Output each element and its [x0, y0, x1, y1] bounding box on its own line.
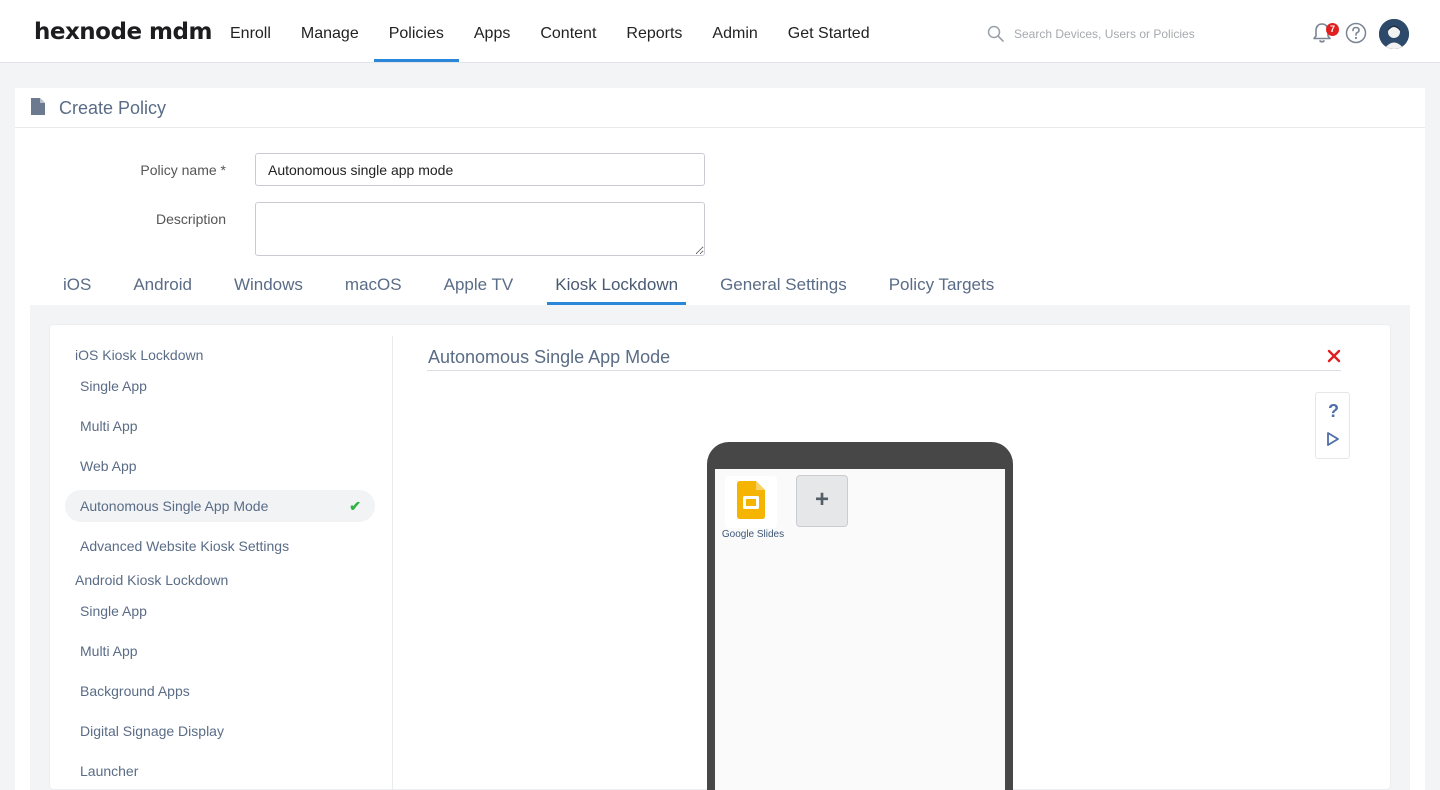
sidebar-item-label: Autonomous Single App Mode: [80, 498, 269, 514]
tab-windows[interactable]: Windows: [226, 271, 311, 305]
sidebar-item-label: Web App: [80, 458, 137, 474]
nav-reports[interactable]: Reports: [611, 0, 697, 62]
checkmark-icon: ✔: [349, 498, 361, 514]
sidebar-item-android-multi-app[interactable]: Multi App: [65, 635, 375, 667]
hexnode-logo[interactable]: hexnode mdm: [34, 19, 212, 45]
nav-admin[interactable]: Admin: [697, 0, 772, 62]
sidebar-item-label: Multi App: [80, 643, 138, 659]
sidebar-item-advanced-website-kiosk[interactable]: Advanced Website Kiosk Settings: [65, 530, 375, 562]
page-header: Create Policy: [15, 88, 1425, 128]
description-label: Description: [155, 211, 226, 227]
sidebar-item-ios-multi-app[interactable]: Multi App: [65, 410, 375, 442]
sidebar-item-ios-web-app[interactable]: Web App: [65, 450, 375, 482]
sidebar-item-label: Advanced Website Kiosk Settings: [80, 538, 290, 554]
tab-apple-tv[interactable]: Apple TV: [436, 271, 522, 305]
sidebar-item-launcher[interactable]: Launcher: [65, 755, 375, 787]
avatar-image: [1379, 19, 1409, 49]
nav-manage[interactable]: Manage: [286, 0, 374, 62]
sidebar-item-label: Digital Signage Display: [80, 723, 224, 739]
sidebar-group-android-kiosk: Android Kiosk Lockdown: [75, 572, 229, 588]
sidebar-item-label: Launcher: [80, 763, 139, 779]
search-input[interactable]: [1014, 27, 1234, 41]
sidebar-item-ios-single-app[interactable]: Single App: [65, 370, 375, 402]
tab-ios[interactable]: iOS: [55, 271, 99, 305]
tab-macos[interactable]: macOS: [337, 271, 410, 305]
policy-name-input[interactable]: [255, 153, 705, 186]
help-question-icon[interactable]: ?: [1316, 401, 1351, 422]
app-label-google-slides: Google Slides: [721, 529, 785, 540]
tab-policy-targets[interactable]: Policy Targets: [881, 271, 1003, 305]
sidebar-item-label: Single App: [80, 378, 147, 394]
sidebar-divider: [392, 336, 393, 790]
document-icon: [31, 98, 45, 115]
top-navbar: hexnode mdm Enroll Manage Policies Apps …: [0, 0, 1440, 63]
sidebar-group-ios-kiosk: iOS Kiosk Lockdown: [75, 347, 204, 363]
nav-get-started[interactable]: Get Started: [773, 0, 885, 62]
sidebar-item-label: Multi App: [80, 418, 138, 434]
tab-kiosk-lockdown[interactable]: Kiosk Lockdown: [547, 271, 687, 305]
google-slides-icon: [737, 481, 765, 519]
platform-tabs: iOS Android Windows macOS Apple TV Kiosk…: [55, 271, 1028, 305]
sidebar-item-label: Background Apps: [80, 683, 190, 699]
help-toolbox: ?: [1315, 392, 1350, 459]
main-nav: Enroll Manage Policies Apps Content Repo…: [215, 0, 885, 62]
tab-android[interactable]: Android: [125, 271, 200, 305]
sidebar-item-autonomous-single-app[interactable]: Autonomous Single App Mode ✔: [65, 490, 375, 522]
sidebar-item-background-apps[interactable]: Background Apps: [65, 675, 375, 707]
sidebar-item-digital-signage[interactable]: Digital Signage Display: [65, 715, 375, 747]
user-avatar[interactable]: [1379, 19, 1409, 49]
nav-apps[interactable]: Apps: [459, 0, 525, 62]
page-title: Create Policy: [59, 98, 167, 118]
section-title: Autonomous Single App Mode: [428, 347, 671, 367]
close-icon[interactable]: [1326, 348, 1342, 364]
nav-content[interactable]: Content: [525, 0, 611, 62]
notification-badge: 7: [1326, 23, 1339, 36]
nav-enroll[interactable]: Enroll: [215, 0, 286, 62]
search-icon: [987, 25, 1004, 42]
play-icon[interactable]: [1326, 431, 1340, 447]
tab-general-settings[interactable]: General Settings: [712, 271, 855, 305]
description-textarea[interactable]: [255, 202, 705, 256]
policy-name-label: Policy name *: [140, 162, 226, 178]
section-divider: [427, 370, 1341, 371]
sidebar-item-android-single-app[interactable]: Single App: [65, 595, 375, 627]
help-icon[interactable]: [1345, 22, 1367, 44]
global-search: [986, 22, 1246, 46]
sidebar-item-label: Single App: [80, 603, 147, 619]
add-app-button[interactable]: +: [796, 475, 848, 527]
nav-policies[interactable]: Policies: [373, 0, 459, 62]
